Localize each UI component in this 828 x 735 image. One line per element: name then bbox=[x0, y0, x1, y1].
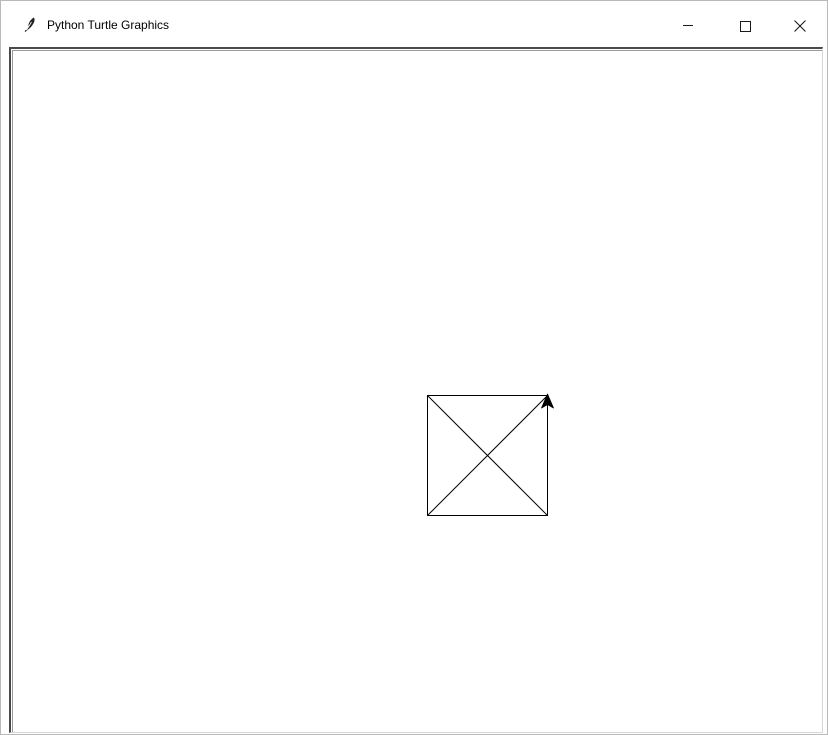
turtle-window: Python Turtle Graphics bbox=[0, 0, 828, 735]
feather-icon[interactable] bbox=[22, 16, 38, 32]
canvas-surface[interactable] bbox=[12, 50, 822, 732]
maximize-icon bbox=[740, 21, 751, 32]
turtle-drawing bbox=[427, 393, 554, 516]
maximize-button[interactable] bbox=[721, 7, 767, 41]
title-bar[interactable]: Python Turtle Graphics bbox=[1, 1, 827, 47]
close-icon bbox=[794, 20, 806, 32]
close-button[interactable] bbox=[777, 7, 823, 41]
turtle-canvas[interactable] bbox=[9, 47, 823, 733]
minimize-button[interactable] bbox=[671, 7, 717, 41]
window-title: Python Turtle Graphics bbox=[47, 18, 170, 32]
minimize-icon bbox=[683, 25, 693, 26]
